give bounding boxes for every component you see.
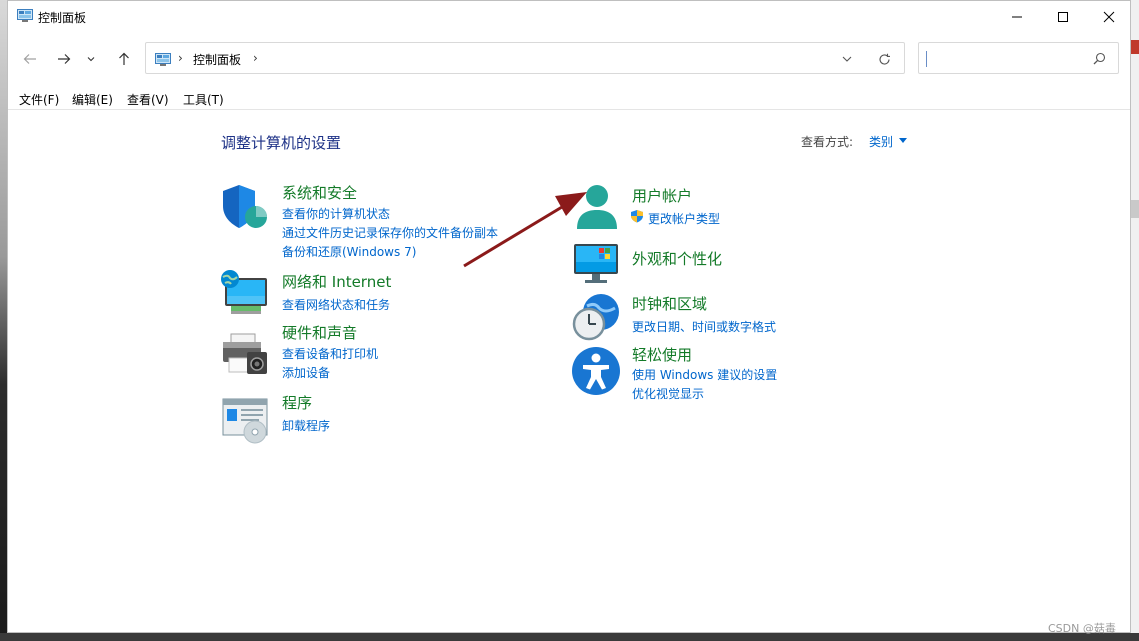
link-windows-recommended-settings[interactable]: 使用 Windows 建议的设置 <box>632 366 777 383</box>
category-system-security[interactable]: 系统和安全 <box>282 182 357 203</box>
breadcrumb-separator-icon[interactable]: › <box>178 51 183 65</box>
search-input[interactable] <box>925 49 1089 69</box>
arrow-left-icon <box>23 54 36 64</box>
link-devices-printers[interactable]: 查看设备和打印机 <box>282 345 378 362</box>
network-globe-icon[interactable] <box>219 268 269 318</box>
maximize-icon <box>1058 12 1068 22</box>
menu-tools[interactable]: 工具(T) <box>183 91 224 108</box>
control-panel-icon <box>17 9 33 22</box>
background-window-edge <box>1131 40 1139 54</box>
page-title: 调整计算机的设置 <box>221 134 342 152</box>
caret-down-icon[interactable] <box>899 138 907 143</box>
category-hardware-sound[interactable]: 硬件和声音 <box>282 322 357 343</box>
desktop-background-right <box>1131 0 1139 641</box>
desktop-background-bottom <box>0 633 1139 641</box>
control-panel-window: 控制面板 › 控制面板 › 文件(F) 编辑(E) 查看(V) 工具(T) 调整… <box>7 0 1131 633</box>
link-backup-restore[interactable]: 备份和还原(Windows 7) <box>282 243 416 260</box>
close-icon <box>1103 11 1115 23</box>
window-title: 控制面板 <box>38 11 87 25</box>
menu-edit[interactable]: 编辑(E) <box>72 91 113 108</box>
link-network-status[interactable]: 查看网络状态和任务 <box>282 296 390 313</box>
menu-bar: 文件(F) 编辑(E) 查看(V) 工具(T) <box>8 87 1130 110</box>
chevron-down-icon <box>87 57 95 62</box>
breadcrumb-separator-icon[interactable]: › <box>253 51 258 65</box>
link-view-computer-status[interactable]: 查看你的计算机状态 <box>282 205 390 222</box>
category-user-accounts[interactable]: 用户帐户 <box>632 185 692 206</box>
menu-file[interactable]: 文件(F) <box>19 91 59 108</box>
shield-icon[interactable] <box>219 182 269 232</box>
recent-locations-button[interactable] <box>83 47 99 71</box>
maximize-button[interactable] <box>1040 1 1086 33</box>
view-by-dropdown[interactable]: 类别 <box>869 133 893 150</box>
category-ease-of-access[interactable]: 轻松使用 <box>632 344 692 365</box>
control-panel-content: 调整计算机的设置 查看方式: 类别 系统和安全 查看你的计算机状态 通过文件历史… <box>8 110 1130 632</box>
refresh-icon[interactable] <box>878 53 891 66</box>
link-change-account-type[interactable]: 更改帐户类型 <box>648 210 720 227</box>
title-bar[interactable]: 控制面板 <box>8 1 1130 33</box>
programs-icon[interactable] <box>219 395 269 445</box>
printer-icon[interactable] <box>219 330 269 380</box>
navigation-bar: › 控制面板 › <box>8 37 1130 81</box>
minimize-icon <box>1012 16 1022 18</box>
uac-shield-icon <box>631 210 643 223</box>
link-file-history[interactable]: 通过文件历史记录保存你的文件备份副本 <box>282 224 498 241</box>
link-change-date-time[interactable]: 更改日期、时间或数字格式 <box>632 318 776 335</box>
category-network-internet[interactable]: 网络和 Internet <box>282 271 391 292</box>
view-by-label: 查看方式: <box>801 135 854 149</box>
category-programs[interactable]: 程序 <box>282 392 312 413</box>
link-add-device[interactable]: 添加设备 <box>282 364 330 381</box>
breadcrumb-control-panel[interactable]: 控制面板 <box>193 51 241 68</box>
link-uninstall-program[interactable]: 卸载程序 <box>282 417 330 434</box>
clock-globe-icon[interactable] <box>571 292 621 342</box>
chevron-down-icon[interactable] <box>841 53 853 65</box>
control-panel-icon <box>155 53 171 66</box>
forward-button[interactable] <box>52 47 76 71</box>
appearance-monitor-icon[interactable] <box>571 238 621 288</box>
close-button[interactable] <box>1086 1 1132 33</box>
up-button[interactable] <box>112 47 136 71</box>
user-account-icon[interactable] <box>571 183 621 233</box>
minimize-button[interactable] <box>994 1 1040 33</box>
address-bar[interactable]: › 控制面板 › <box>145 42 905 74</box>
category-appearance[interactable]: 外观和个性化 <box>632 248 722 269</box>
arrow-right-icon <box>58 54 71 64</box>
background-window-edge <box>1131 200 1139 218</box>
link-optimize-visual-display[interactable]: 优化视觉显示 <box>632 385 704 402</box>
accessibility-icon[interactable] <box>571 346 621 396</box>
watermark: CSDN @菇毒 <box>1048 622 1116 635</box>
search-icon[interactable] <box>1093 52 1106 65</box>
back-button[interactable] <box>18 47 42 71</box>
arrow-up-icon <box>119 52 129 65</box>
search-box[interactable] <box>918 42 1119 74</box>
category-clock-region[interactable]: 时钟和区域 <box>632 293 707 314</box>
menu-view[interactable]: 查看(V) <box>127 91 169 108</box>
